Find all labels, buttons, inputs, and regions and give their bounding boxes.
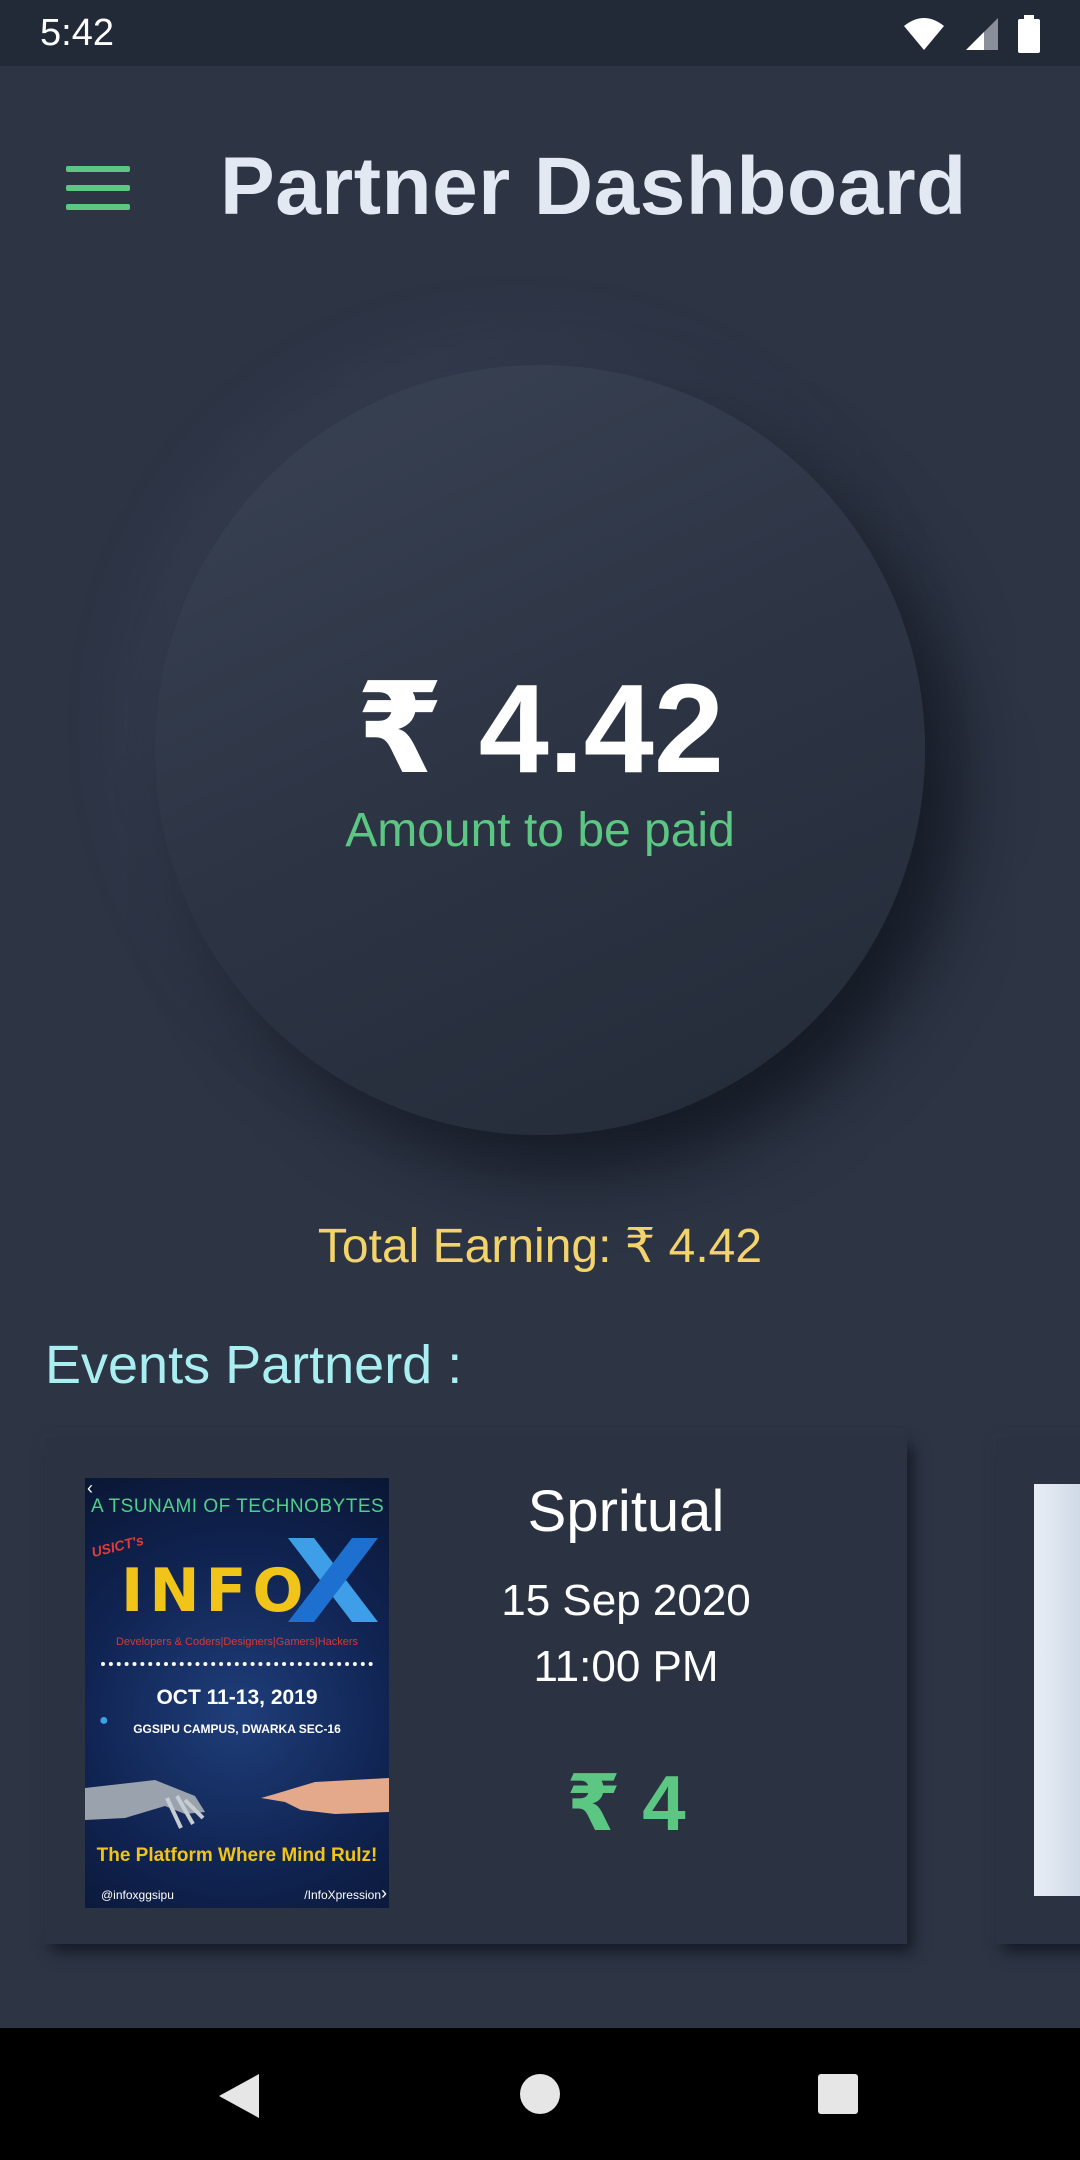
poster-instagram: @infoxggsipu xyxy=(101,1888,174,1902)
poster-tagline-top: A TSUNAMI OF TECHNOBYTES xyxy=(91,1496,385,1517)
poster-roles: Developers & Coders|Designers|Gamers|Hac… xyxy=(115,1636,359,1648)
poster-tagline: The Platform Where Mind Rulz! xyxy=(96,1845,378,1866)
status-icons xyxy=(902,14,1040,54)
events-heading: Events Partnerd : xyxy=(45,1335,463,1395)
signal-icon xyxy=(966,18,998,50)
status-time: 5:42 xyxy=(40,12,114,54)
status-bar: 5:42 xyxy=(0,0,1080,66)
balance-amount: ₹ 4.42 xyxy=(356,658,724,799)
event-date: 15 Sep 2020 xyxy=(501,1576,751,1625)
partner-dashboard-screen: 5:42 Partner Dashboard ₹ 4.42 Amount to … xyxy=(0,0,1080,2160)
poster-venue: GGSIPU CAMPUS, DWARKA SEC-16 xyxy=(133,1722,341,1736)
home-icon[interactable] xyxy=(520,2074,560,2114)
poster-dates: OCT 11-13, 2019 xyxy=(156,1686,318,1709)
poster-hands-illustration-icon xyxy=(85,1778,389,1829)
event-name: Spritual xyxy=(527,1479,725,1544)
balance-card: ₹ 4.42 Amount to be paid xyxy=(155,365,925,1135)
event-amount: ₹ 4 xyxy=(566,1759,686,1847)
wifi-icon xyxy=(904,18,944,50)
event-poster-image xyxy=(1034,1484,1080,1896)
event-card[interactable]: ‹ › A TSUNAMI OF TECHNOBYTES USICT's INF… xyxy=(45,1438,907,1944)
poster-footer: @infoxggsipu /InfoXpression xyxy=(101,1888,381,1902)
page-title: Partner Dashboard xyxy=(220,141,967,232)
event-poster-image: ‹ › A TSUNAMI OF TECHNOBYTES USICT's INF… xyxy=(85,1478,389,1908)
poster-facebook: /InfoXpression xyxy=(304,1888,381,1902)
event-time: 11:00 PM xyxy=(533,1642,719,1691)
total-earning: Total Earning: ₹ 4.42 xyxy=(317,1220,763,1273)
event-card[interactable] xyxy=(996,1438,1080,1944)
back-icon[interactable] xyxy=(219,2074,259,2118)
battery-icon xyxy=(1018,15,1040,53)
hamburger-menu-icon[interactable] xyxy=(66,166,132,212)
poster-divider xyxy=(101,1662,373,1670)
recents-icon[interactable] xyxy=(818,2074,858,2114)
system-nav-bar xyxy=(0,2028,1080,2160)
balance-label: Amount to be paid xyxy=(345,804,735,857)
poster-x-logo-icon xyxy=(288,1538,378,1622)
poster-next-icon: › xyxy=(381,1883,387,1903)
